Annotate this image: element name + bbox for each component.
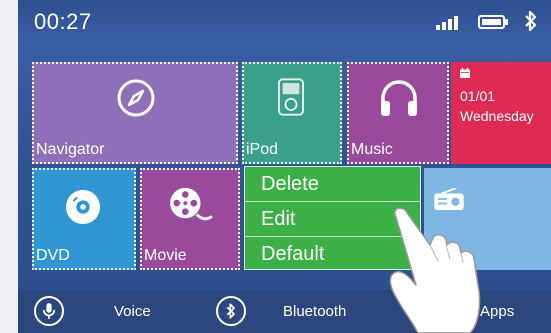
tile-navigator[interactable]: Navigator xyxy=(32,62,238,164)
tile-music-label: Music xyxy=(351,141,393,158)
calendar-icon xyxy=(460,68,470,78)
tile-movie[interactable]: Movie xyxy=(140,168,240,270)
car-infotainment-screen: 00:27 Navigator iPod Music 01/01 Wednesd… xyxy=(18,0,551,333)
bluetooth-icon xyxy=(226,303,235,319)
calendar-date: 01/01 xyxy=(460,88,496,104)
headphones-icon xyxy=(381,80,417,116)
film-reel-icon xyxy=(170,187,213,221)
bluetooth-button[interactable] xyxy=(216,296,246,326)
tile-calendar[interactable]: 01/01 Wednesday xyxy=(451,62,551,164)
status-bar: 00:27 xyxy=(18,0,551,44)
menu-item-delete[interactable]: Delete xyxy=(245,167,420,201)
bluetooth-label[interactable]: Bluetooth xyxy=(283,303,346,320)
disc-icon xyxy=(65,189,101,225)
clock: 00:27 xyxy=(34,9,92,34)
voice-button[interactable] xyxy=(34,296,64,326)
battery-icon xyxy=(478,15,508,29)
tile-movie-label: Movie xyxy=(144,247,187,264)
tile-ipod-label: iPod xyxy=(246,141,279,158)
tile-music[interactable]: Music xyxy=(347,62,449,164)
ipod-icon xyxy=(278,78,304,116)
pointing-hand-icon xyxy=(389,207,481,333)
tile-navigator-label: Navigator xyxy=(36,141,105,158)
compass-icon xyxy=(117,79,155,117)
voice-label[interactable]: Voice xyxy=(114,303,151,320)
bluetooth-icon xyxy=(525,10,537,32)
tile-dvd[interactable]: DVD xyxy=(32,168,136,270)
tile-dvd-label: DVD xyxy=(36,247,70,264)
signal-icon xyxy=(436,16,458,30)
microphone-icon xyxy=(42,303,56,319)
tile-ipod[interactable]: iPod xyxy=(242,62,342,164)
calendar-day: Wednesday xyxy=(460,108,534,124)
